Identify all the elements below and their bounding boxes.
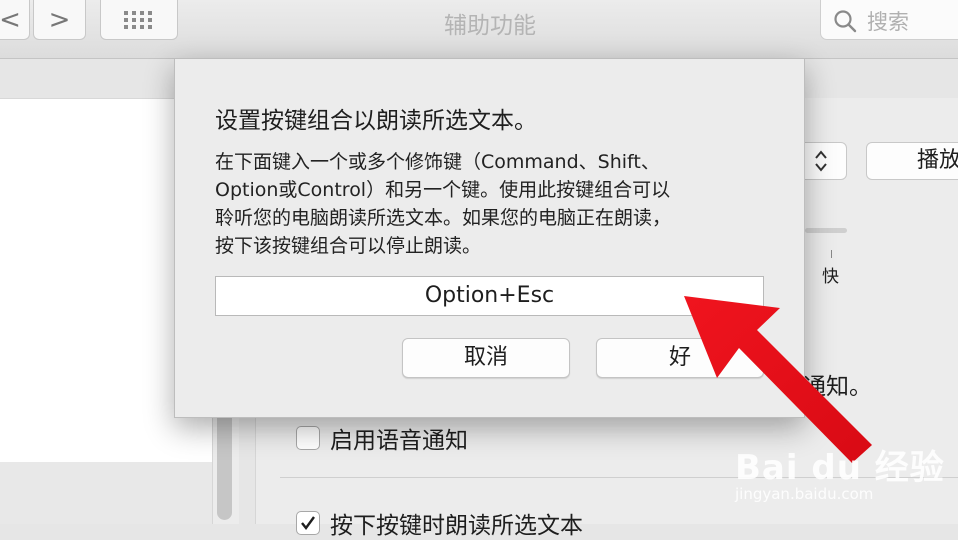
watermark-logo: Bai du 经验 [735,448,945,488]
watermark: Bai du 经验 jingyan.baidu.com [735,440,945,503]
